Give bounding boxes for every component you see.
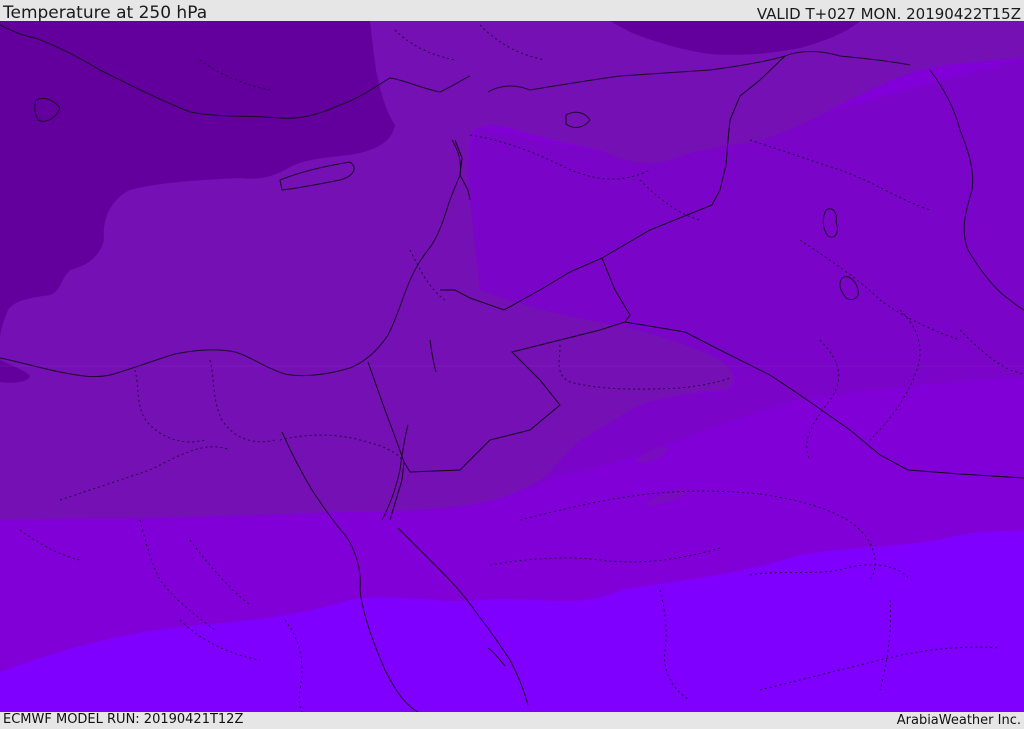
map-canvas [0, 21, 1024, 712]
map-title: Temperature at 250 hPa [3, 3, 208, 23]
header-bar: Temperature at 250 hPa VALID T+027 MON. … [0, 0, 1024, 23]
weather-map[interactable] [0, 21, 1024, 712]
footer-bar: ECMWF MODEL RUN: 20190421T12Z ArabiaWeat… [0, 712, 1024, 729]
credit-label: ArabiaWeather Inc. [896, 713, 1021, 728]
model-run-label: ECMWF MODEL RUN: 20190421T12Z [3, 712, 244, 727]
